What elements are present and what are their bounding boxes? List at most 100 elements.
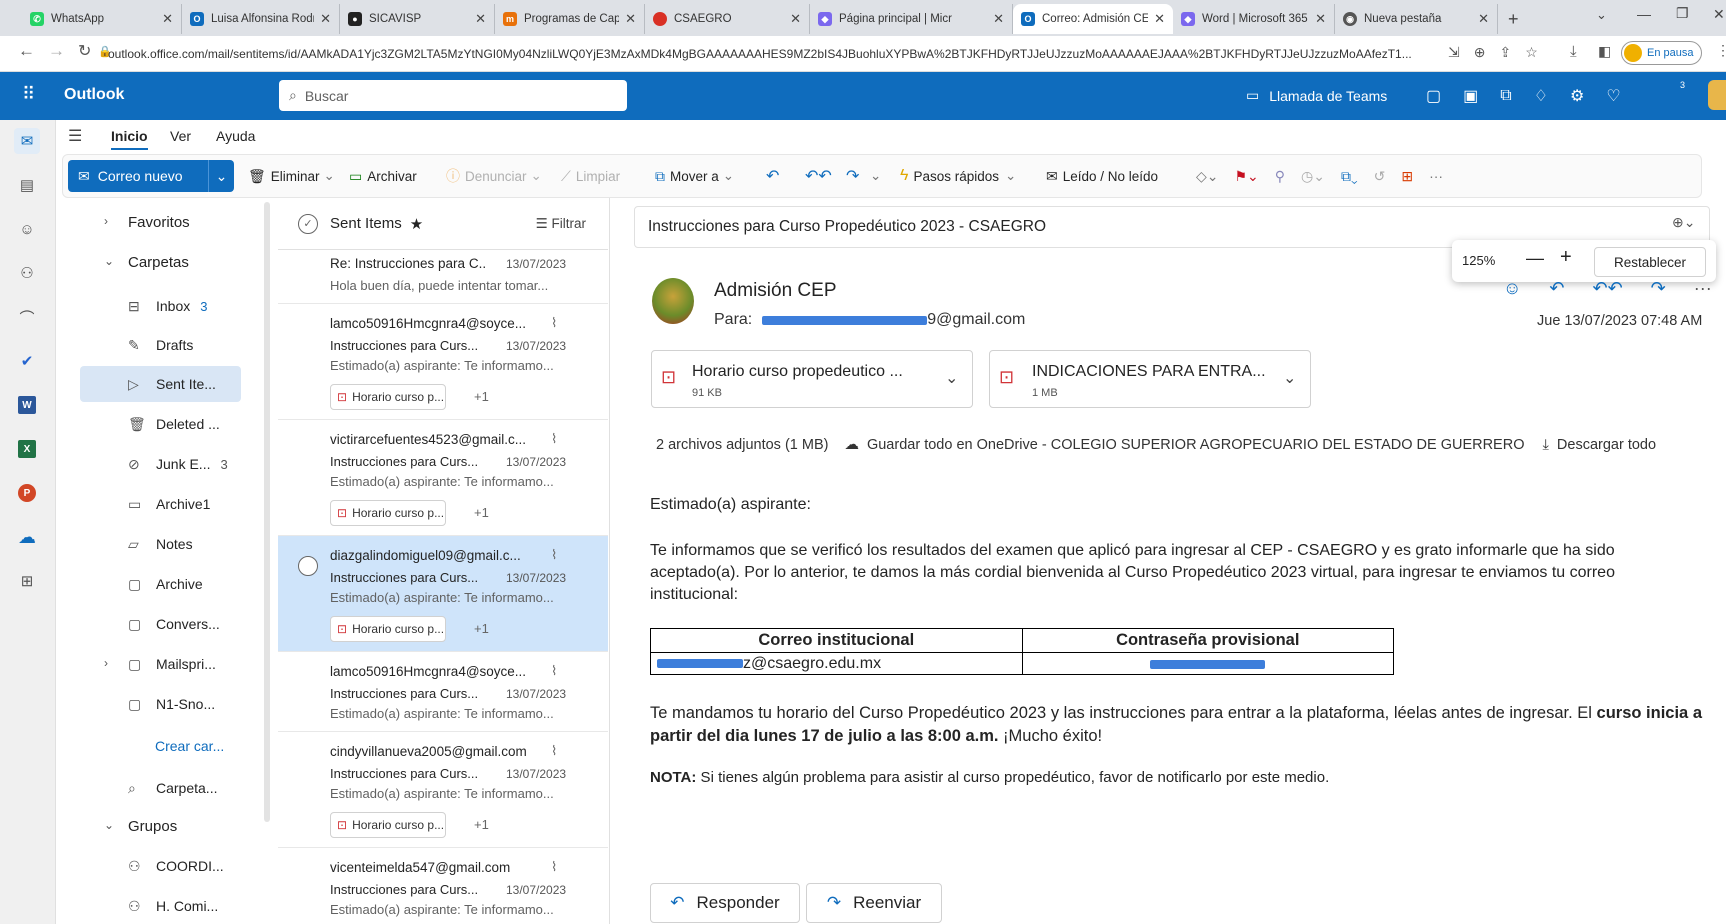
- list-item[interactable]: lamco50916Hmcgnra4@soyce... ⌇ Instruccio…: [278, 652, 608, 732]
- browser-tab-whatsapp[interactable]: ✆ WhatsApp ✕: [22, 4, 182, 34]
- close-tab-icon[interactable]: ✕: [320, 11, 331, 27]
- archive-button[interactable]: ▭ Archivar: [349, 154, 417, 198]
- browser-tab-word[interactable]: ◆ Word | Microsoft 365 ✕: [1173, 4, 1335, 34]
- people-icon[interactable]: ☺: [14, 216, 40, 242]
- browser-menu-icon[interactable]: ⋮: [1716, 42, 1726, 59]
- close-tab-icon[interactable]: ✕: [790, 11, 801, 27]
- apps-icon[interactable]: ⊞: [1401, 168, 1413, 185]
- share-icon[interactable]: ⇪: [1499, 44, 1511, 61]
- attachment-chip[interactable]: ⊡ Horario curso p...: [330, 500, 446, 526]
- bell-icon[interactable]: ♢: [1534, 86, 1548, 106]
- folder-scrollbar[interactable]: [264, 202, 270, 822]
- browser-tab-csaegro[interactable]: CSAEGRO ✕: [645, 4, 810, 34]
- star-icon[interactable]: ★: [410, 215, 423, 233]
- new-tab-icon[interactable]: +: [1508, 9, 1519, 30]
- new-mail-button[interactable]: ✉ Correo nuevo ⌄: [68, 160, 234, 192]
- folder-inbox[interactable]: ⊟ Inbox 3: [73, 288, 241, 324]
- list-item[interactable]: lamco50916Hmcgnra4@soyce... ⌇ Instruccio…: [278, 304, 608, 420]
- folder-notes[interactable]: ▱ Notes: [73, 526, 241, 562]
- my-day-icon[interactable]: ⧉: [1500, 87, 1511, 105]
- chevron-down-icon[interactable]: ⌄: [1283, 368, 1296, 388]
- gear-icon[interactable]: ⚙: [1570, 86, 1584, 106]
- chevron-down-icon[interactable]: ⌄: [208, 160, 234, 192]
- attachment-card[interactable]: ⊡ INDICACIONES PARA ENTRA... 1 MB ⌄: [989, 350, 1311, 408]
- office-icon[interactable]: ▣: [1463, 86, 1478, 106]
- report-button[interactable]: ⓘ Denunciar ⌄: [446, 154, 542, 198]
- tag-icon[interactable]: ◇⌄: [1196, 168, 1219, 185]
- bookmark-star-icon[interactable]: ☆: [1525, 44, 1538, 61]
- zoom-reset-button[interactable]: Restablecer: [1594, 247, 1706, 277]
- more-icon[interactable]: ···: [1429, 168, 1443, 184]
- folder-junk[interactable]: ⊘ Junk E... 3: [73, 446, 241, 482]
- zoom-in-button[interactable]: +: [1560, 246, 1572, 269]
- forward-button[interactable]: ↷ Reenviar: [806, 883, 942, 923]
- folder-archive[interactable]: ▢ Archive: [73, 566, 241, 602]
- close-tab-icon[interactable]: ✕: [993, 11, 1004, 27]
- close-tab-icon[interactable]: ✕: [1154, 11, 1165, 27]
- group-coordi[interactable]: ⚇ COORDI...: [73, 848, 241, 884]
- forward-icon[interactable]: →: [48, 41, 65, 61]
- attachment-chip[interactable]: ⊡ Horario curso p...: [330, 384, 446, 410]
- list-item[interactable]: Re: Instrucciones para C... 13/07/2023 H…: [278, 250, 608, 304]
- reply-all-icon[interactable]: ↶↶: [805, 154, 832, 198]
- browser-tab-correo-active[interactable]: O Correo: Admisión CEP ✕: [1013, 4, 1173, 34]
- close-window-icon[interactable]: ✕: [1713, 6, 1725, 23]
- sweep-button[interactable]: ⟋ Limpiar: [561, 154, 620, 198]
- more-apps-icon[interactable]: ⊞: [14, 568, 40, 594]
- todo-icon[interactable]: ✔: [14, 348, 40, 374]
- search-input[interactable]: ⌕ Buscar: [279, 80, 627, 111]
- sender-name[interactable]: Admisión CEP: [714, 280, 837, 302]
- chevron-down-icon[interactable]: ⌄: [104, 254, 114, 268]
- excel-icon[interactable]: X: [18, 440, 36, 458]
- attach-icon[interactable]: ⌒: [14, 304, 40, 330]
- search-folders[interactable]: ⌕ Carpeta...: [73, 770, 241, 806]
- create-folder-link[interactable]: Crear car...: [155, 738, 224, 754]
- browser-tab-nueva[interactable]: ◉ Nueva pestaña ✕: [1335, 4, 1498, 34]
- sender-avatar[interactable]: [652, 278, 694, 324]
- save-onedrive-link[interactable]: Guardar todo en OneDrive - COLEGIO SUPER…: [867, 437, 1525, 453]
- onedrive-icon[interactable]: ☁: [14, 524, 40, 550]
- tips-icon[interactable]: ♡: [1606, 86, 1620, 106]
- download-icon[interactable]: ⤓: [1570, 43, 1577, 60]
- folder-archive1[interactable]: ▭ Archive1: [73, 486, 241, 522]
- folder-sent[interactable]: ▷ Sent Ite...: [80, 366, 241, 402]
- chevron-down-icon[interactable]: ⌄: [104, 818, 114, 832]
- close-tab-icon[interactable]: ✕: [1315, 11, 1326, 27]
- tab-ver[interactable]: Ver: [170, 128, 191, 144]
- close-tab-icon[interactable]: ✕: [1478, 11, 1489, 27]
- avatar[interactable]: [1708, 80, 1726, 110]
- list-item[interactable]: vicenteimelda547@gmail.com ⌇ Instruccion…: [278, 848, 608, 924]
- select-checkbox[interactable]: [298, 556, 318, 576]
- chevron-right-icon[interactable]: ›: [104, 214, 108, 228]
- quick-steps-button[interactable]: ϟ Pasos rápidos ⌄: [900, 154, 1016, 198]
- list-item-selected[interactable]: diazgalindomiguel09@gmail.c... ⌇ Instruc…: [278, 536, 608, 652]
- hamburger-icon[interactable]: ☰: [68, 126, 82, 146]
- folder-mailspring[interactable]: ▢ Mailspri...: [73, 646, 241, 682]
- flag-icon[interactable]: ⚑⌄: [1235, 168, 1259, 185]
- chevron-down-icon[interactable]: ⌄: [870, 154, 881, 198]
- more-actions-icon[interactable]: ···: [1694, 278, 1712, 299]
- groups-icon[interactable]: ⚇: [14, 260, 40, 286]
- download-all-link[interactable]: Descargar todo: [1557, 437, 1656, 453]
- tab-search-icon[interactable]: ⌄: [1596, 7, 1607, 23]
- minimize-icon[interactable]: —: [1637, 6, 1651, 22]
- attachment-chip[interactable]: ⊡ Horario curso p...: [330, 812, 446, 838]
- tab-ayuda[interactable]: Ayuda: [216, 128, 255, 144]
- side-panel-icon[interactable]: ◧: [1598, 43, 1611, 60]
- reply-button[interactable]: ↶ Responder: [650, 883, 800, 923]
- powerpoint-icon[interactable]: P: [18, 484, 36, 502]
- folder-n1-snooze[interactable]: ▢ N1-Sno...: [73, 686, 241, 722]
- delete-button[interactable]: 🗑 Eliminar ⌄: [248, 154, 335, 198]
- chevron-down-icon[interactable]: ⌄: [945, 368, 958, 388]
- word-icon[interactable]: W: [18, 396, 36, 414]
- folders-header[interactable]: Carpetas: [128, 254, 189, 271]
- reply-all-icon[interactable]: ↶↶: [1592, 278, 1622, 299]
- read-unread-button[interactable]: ✉ Leído / No leído: [1046, 154, 1158, 198]
- profile-button[interactable]: En pausa: [1621, 41, 1703, 65]
- close-tab-icon[interactable]: ✕: [475, 11, 486, 27]
- tab-inicio[interactable]: Inicio: [111, 128, 148, 150]
- emoji-icon[interactable]: ☺: [1503, 278, 1521, 299]
- groups-header[interactable]: Grupos: [128, 818, 177, 835]
- list-item[interactable]: victirarcefuentes4523@gmail.c... ⌇ Instr…: [278, 420, 608, 536]
- browser-tab-outlook-luisa[interactable]: O Luisa Alfonsina Rodrig ✕: [182, 4, 340, 34]
